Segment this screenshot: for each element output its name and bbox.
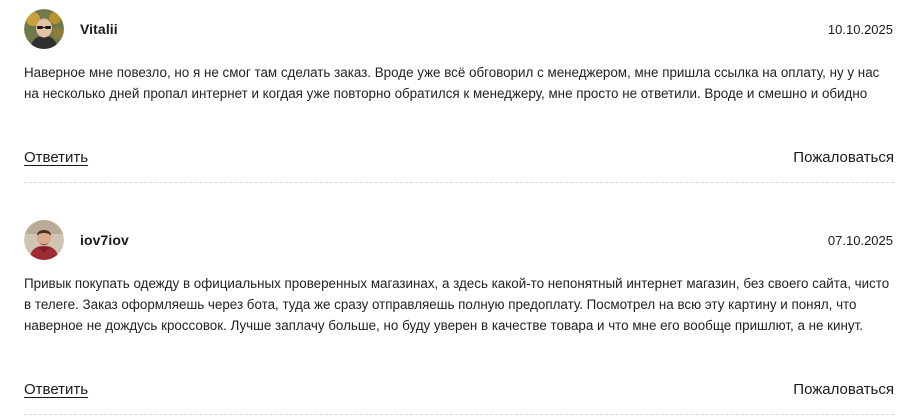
comment-header: Vitalii 10.10.2025 [24, 9, 894, 49]
comment-text: Привык покупать одежду в официальных про… [24, 276, 890, 333]
comment-header: iov7iov 07.10.2025 [24, 220, 894, 260]
comment-item: Vitalii 10.10.2025 Наверное мне повезло,… [24, 9, 894, 183]
user-avatar[interactable] [24, 220, 64, 260]
comment-author: iov7iov [80, 232, 129, 248]
comment-divider [24, 414, 894, 415]
report-link[interactable]: Пожаловаться [793, 381, 894, 398]
comment-date: 10.10.2025 [827, 22, 893, 37]
comment-item: iov7iov 07.10.2025 Привык покупать одежд… [24, 220, 894, 415]
comment-actions: Ответить Пожаловаться [24, 149, 894, 171]
comment-actions: Ответить Пожаловаться [24, 381, 894, 403]
comment-text: Наверное мне повезло, но я не смог там с… [24, 65, 880, 101]
comments-list: Vitalii 10.10.2025 Наверное мне повезло,… [0, 0, 909, 420]
report-link[interactable]: Пожаловаться [793, 149, 894, 166]
comment-author: Vitalii [80, 21, 118, 37]
reply-link[interactable]: Ответить [24, 149, 88, 166]
comment-date: 07.10.2025 [827, 233, 893, 248]
comment-divider [24, 182, 894, 183]
reply-link[interactable]: Ответить [24, 381, 88, 398]
user-avatar[interactable] [24, 9, 64, 49]
